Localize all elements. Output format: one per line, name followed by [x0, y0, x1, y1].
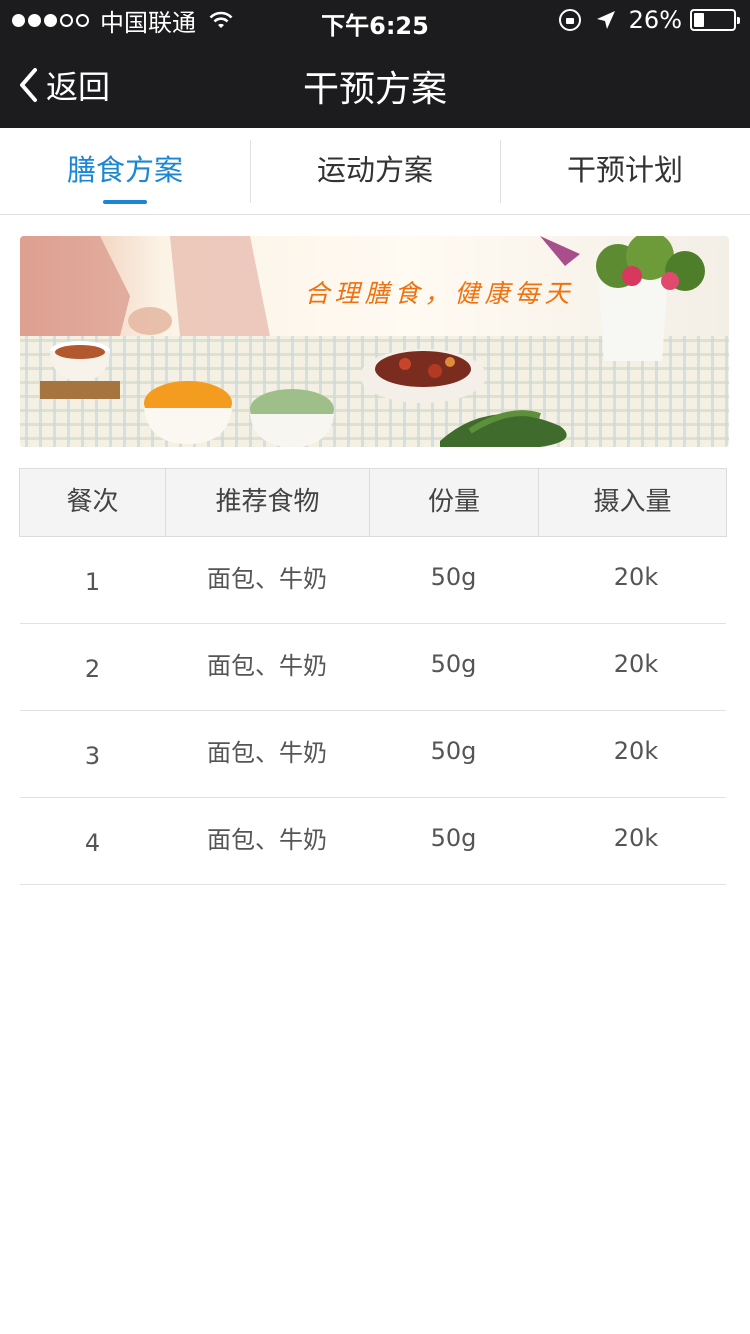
battery-level-fill	[694, 13, 704, 27]
meal-number: 3	[84, 742, 101, 770]
intake: 20k	[613, 563, 659, 591]
column-header-meal: 餐次	[66, 487, 119, 517]
meal-number: 4	[84, 829, 101, 857]
portion: 50g	[430, 563, 477, 591]
battery-percent: 26%	[628, 6, 682, 34]
diet-banner-image: 合理膳食，健康每天	[20, 236, 729, 447]
active-tab-indicator	[103, 200, 147, 204]
banner-illustration	[20, 236, 729, 447]
tab-exercise-plan[interactable]: 运动方案	[250, 128, 500, 214]
meal-number: 1	[84, 568, 101, 596]
navigation-bar: 返回 干预方案	[0, 40, 750, 128]
banner-slogan: 合理膳食，健康每天	[304, 279, 575, 308]
recommended-food: 面包、牛奶	[207, 565, 327, 593]
column-header-food: 推荐食物	[165, 469, 369, 536]
tab-intervention-schedule[interactable]: 干预计划	[500, 128, 750, 214]
recommended-food: 面包、牛奶	[207, 652, 327, 680]
portion: 50g	[430, 824, 477, 852]
column-header-intake: 摄入量	[538, 469, 726, 536]
recommended-food: 面包、牛奶	[207, 826, 327, 854]
intake: 20k	[613, 824, 659, 852]
table-row: 2 面包、牛奶 50g 20k	[20, 624, 726, 711]
portion: 50g	[430, 650, 477, 678]
tab-label: 干预计划	[566, 153, 683, 187]
location-arrow-icon	[596, 11, 615, 29]
meal-number: 2	[84, 655, 101, 683]
tab-label: 运动方案	[316, 153, 433, 187]
portion: 50g	[430, 737, 477, 765]
intake: 20k	[613, 737, 659, 765]
column-header-portion: 份量	[369, 469, 538, 536]
table-header: 餐次 推荐食物 份量 摄入量	[19, 468, 727, 537]
orientation-lock-icon	[558, 9, 581, 31]
tab-bar: 膳食方案 运动方案 干预计划	[0, 128, 750, 215]
recommended-food: 面包、牛奶	[207, 739, 327, 767]
battery-icon	[690, 9, 740, 31]
intake: 20k	[613, 650, 659, 678]
page-title: 干预方案	[302, 69, 447, 110]
table-row: 1 面包、牛奶 50g 20k	[20, 537, 726, 624]
table-row: 4 面包、牛奶 50g 20k	[20, 798, 726, 885]
tab-diet-plan[interactable]: 膳食方案	[0, 128, 250, 214]
status-bar: 中国联通 下午6:25 26%	[0, 0, 750, 40]
top-bar: 中国联通 下午6:25 26% 返回 干预方案	[0, 0, 750, 128]
table-row: 3 面包、牛奶 50g 20k	[20, 711, 726, 798]
tab-label: 膳食方案	[66, 153, 183, 187]
meal-plan-table: 餐次 推荐食物 份量 摄入量 1 面包、牛奶 50g 20k 2 面包、牛奶 5…	[19, 468, 727, 885]
